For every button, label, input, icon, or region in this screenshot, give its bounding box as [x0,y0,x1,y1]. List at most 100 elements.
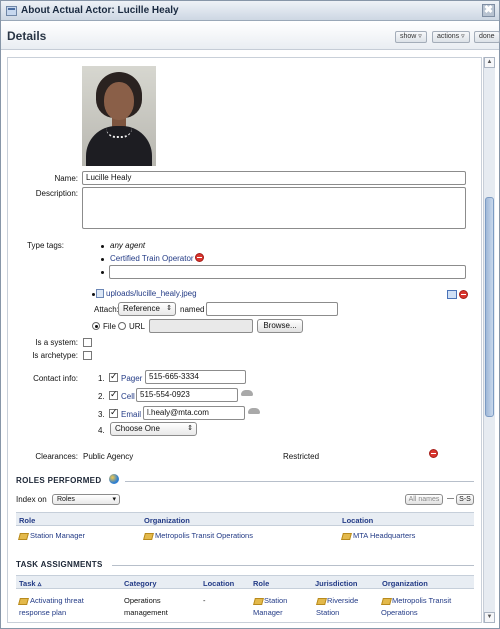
description-field[interactable] [82,187,466,229]
cloud-icon[interactable] [248,408,260,414]
scroll-down-arrow[interactable]: ▼ [484,612,495,623]
attachment-icon[interactable] [447,290,457,299]
url-radio[interactable] [118,322,126,330]
clearance-level: Restricted [283,452,320,461]
named-label: named [180,305,205,314]
bullet [101,245,104,248]
index-on-select[interactable]: Roles ▾ [52,494,120,505]
details-header: Details show ▿ actions ▿ done [1,22,500,50]
roles-table-header: Role Organization Location [16,512,474,526]
clearances-label: Clearances: [35,452,78,461]
cell-checkbox[interactable] [109,389,118,400]
done-button[interactable]: done [474,31,500,43]
title-bar[interactable]: About Actual Actor: Lucille Healy ✖ [1,1,499,21]
tag-icon [18,533,29,540]
named-input[interactable] [206,302,338,316]
organization-cell[interactable]: Metropolis Transit Operations [155,530,253,542]
description-label: Description: [35,189,78,198]
delete-icon[interactable] [195,253,204,262]
show-button[interactable]: show ▿ [395,31,427,43]
category-cell-line1: Operations [124,596,161,605]
pager-input[interactable]: 515-665-3334 [145,370,246,384]
actions-button[interactable]: actions ▿ [432,31,470,43]
role-cell-line1[interactable]: Station [264,595,287,607]
col-organization[interactable]: Organization [382,579,428,588]
roles-section-title: ROLES PERFORMED [16,476,102,485]
bullet [92,293,95,296]
tag-icon [253,598,264,605]
col-jurisdiction[interactable]: Jurisdiction [315,579,358,588]
email-link[interactable]: Email [121,410,141,419]
role-cell[interactable]: Station Manager [30,530,85,542]
url-radio-label: URL [129,322,146,331]
upload-link[interactable]: uploads/lucille_healy.jpeg [106,289,197,298]
organization-cell-line2[interactable]: Operations [381,607,418,619]
email-checkbox[interactable] [109,407,118,418]
organization-cell-line1[interactable]: Metropolis Transit [392,595,451,607]
divider [112,565,474,566]
is-archetype-checkbox[interactable] [83,351,92,360]
task-cell-line2[interactable]: response plan [19,607,66,619]
role-cell-line2[interactable]: Manager [253,607,283,619]
file-icon [96,289,104,298]
task-cell-line1[interactable]: Activating threat [30,595,84,607]
tag-icon [341,533,352,540]
col-task[interactable]: Task ▵ [19,579,41,588]
contact-select-value: Choose One [115,424,160,433]
is-archetype-label: Is archetype: [32,351,78,360]
col-role[interactable]: Role [253,579,269,588]
pager-link[interactable]: Pager [121,374,142,383]
url-input[interactable] [149,319,253,333]
email-input[interactable]: l.healy@mta.com [143,406,245,420]
location-cell[interactable]: MTA Headquarters [353,530,415,542]
contact-info-label: Contact info: [33,374,78,383]
tag-icon [18,598,29,605]
scroll-thumb[interactable] [485,197,494,417]
tag-any-agent: any agent [110,241,146,250]
pager-checkbox[interactable] [109,371,118,382]
jurisdiction-cell-line1[interactable]: Riverside [327,595,358,607]
is-system-label: Is a system: [35,338,78,347]
page-title: Details [7,29,47,43]
cell-input[interactable]: 515-554-0923 [136,388,238,402]
actor-photo [82,66,156,166]
contact-number: 3. [98,410,105,419]
attach-select-value: Reference [123,304,160,313]
file-radio[interactable] [92,322,100,330]
tag-certified-train-operator[interactable]: Certified Train Operator [110,254,194,263]
contact-type-select[interactable]: Choose One ⇕ [110,422,197,436]
scrollbar[interactable]: ▲ ▼ [483,57,495,623]
all-names-button[interactable]: All names [405,494,443,505]
close-icon[interactable]: ✖ [482,4,495,17]
tag-icon [316,598,327,605]
cell-link[interactable]: Cell [121,392,135,401]
globe-icon[interactable] [109,474,119,484]
location-cell: - [203,596,206,605]
tag-icon [381,598,392,605]
tasks-section-title: TASK ASSIGNMENTS [16,560,103,569]
col-organization[interactable]: Organization [144,516,190,525]
col-category[interactable]: Category [124,579,157,588]
contact-number: 1. [98,374,105,383]
ss-button[interactable]: S-S [456,494,474,505]
scroll-up-arrow[interactable]: ▲ [484,57,495,68]
dash-separator: — [447,495,454,502]
cloud-icon[interactable] [241,390,253,396]
browse-button[interactable]: Browse... [257,319,303,333]
contact-number: 4. [98,426,105,435]
col-location[interactable]: Location [203,579,234,588]
attach-label: Attach: [94,305,119,314]
delete-icon[interactable] [429,449,438,458]
jurisdiction-cell-line2[interactable]: Station [316,607,339,619]
name-field[interactable]: Lucille Healy [82,171,466,185]
divider [125,481,474,482]
col-role[interactable]: Role [19,516,35,525]
contact-number: 2. [98,392,105,401]
name-label: Name: [54,174,78,183]
new-tag-input[interactable] [109,265,466,279]
attach-type-select[interactable]: Reference ⇕ [118,302,176,316]
col-location[interactable]: Location [342,516,373,525]
is-system-checkbox[interactable] [83,338,92,347]
window-title: About Actual Actor: Lucille Healy [21,5,179,16]
delete-icon[interactable] [459,290,468,299]
